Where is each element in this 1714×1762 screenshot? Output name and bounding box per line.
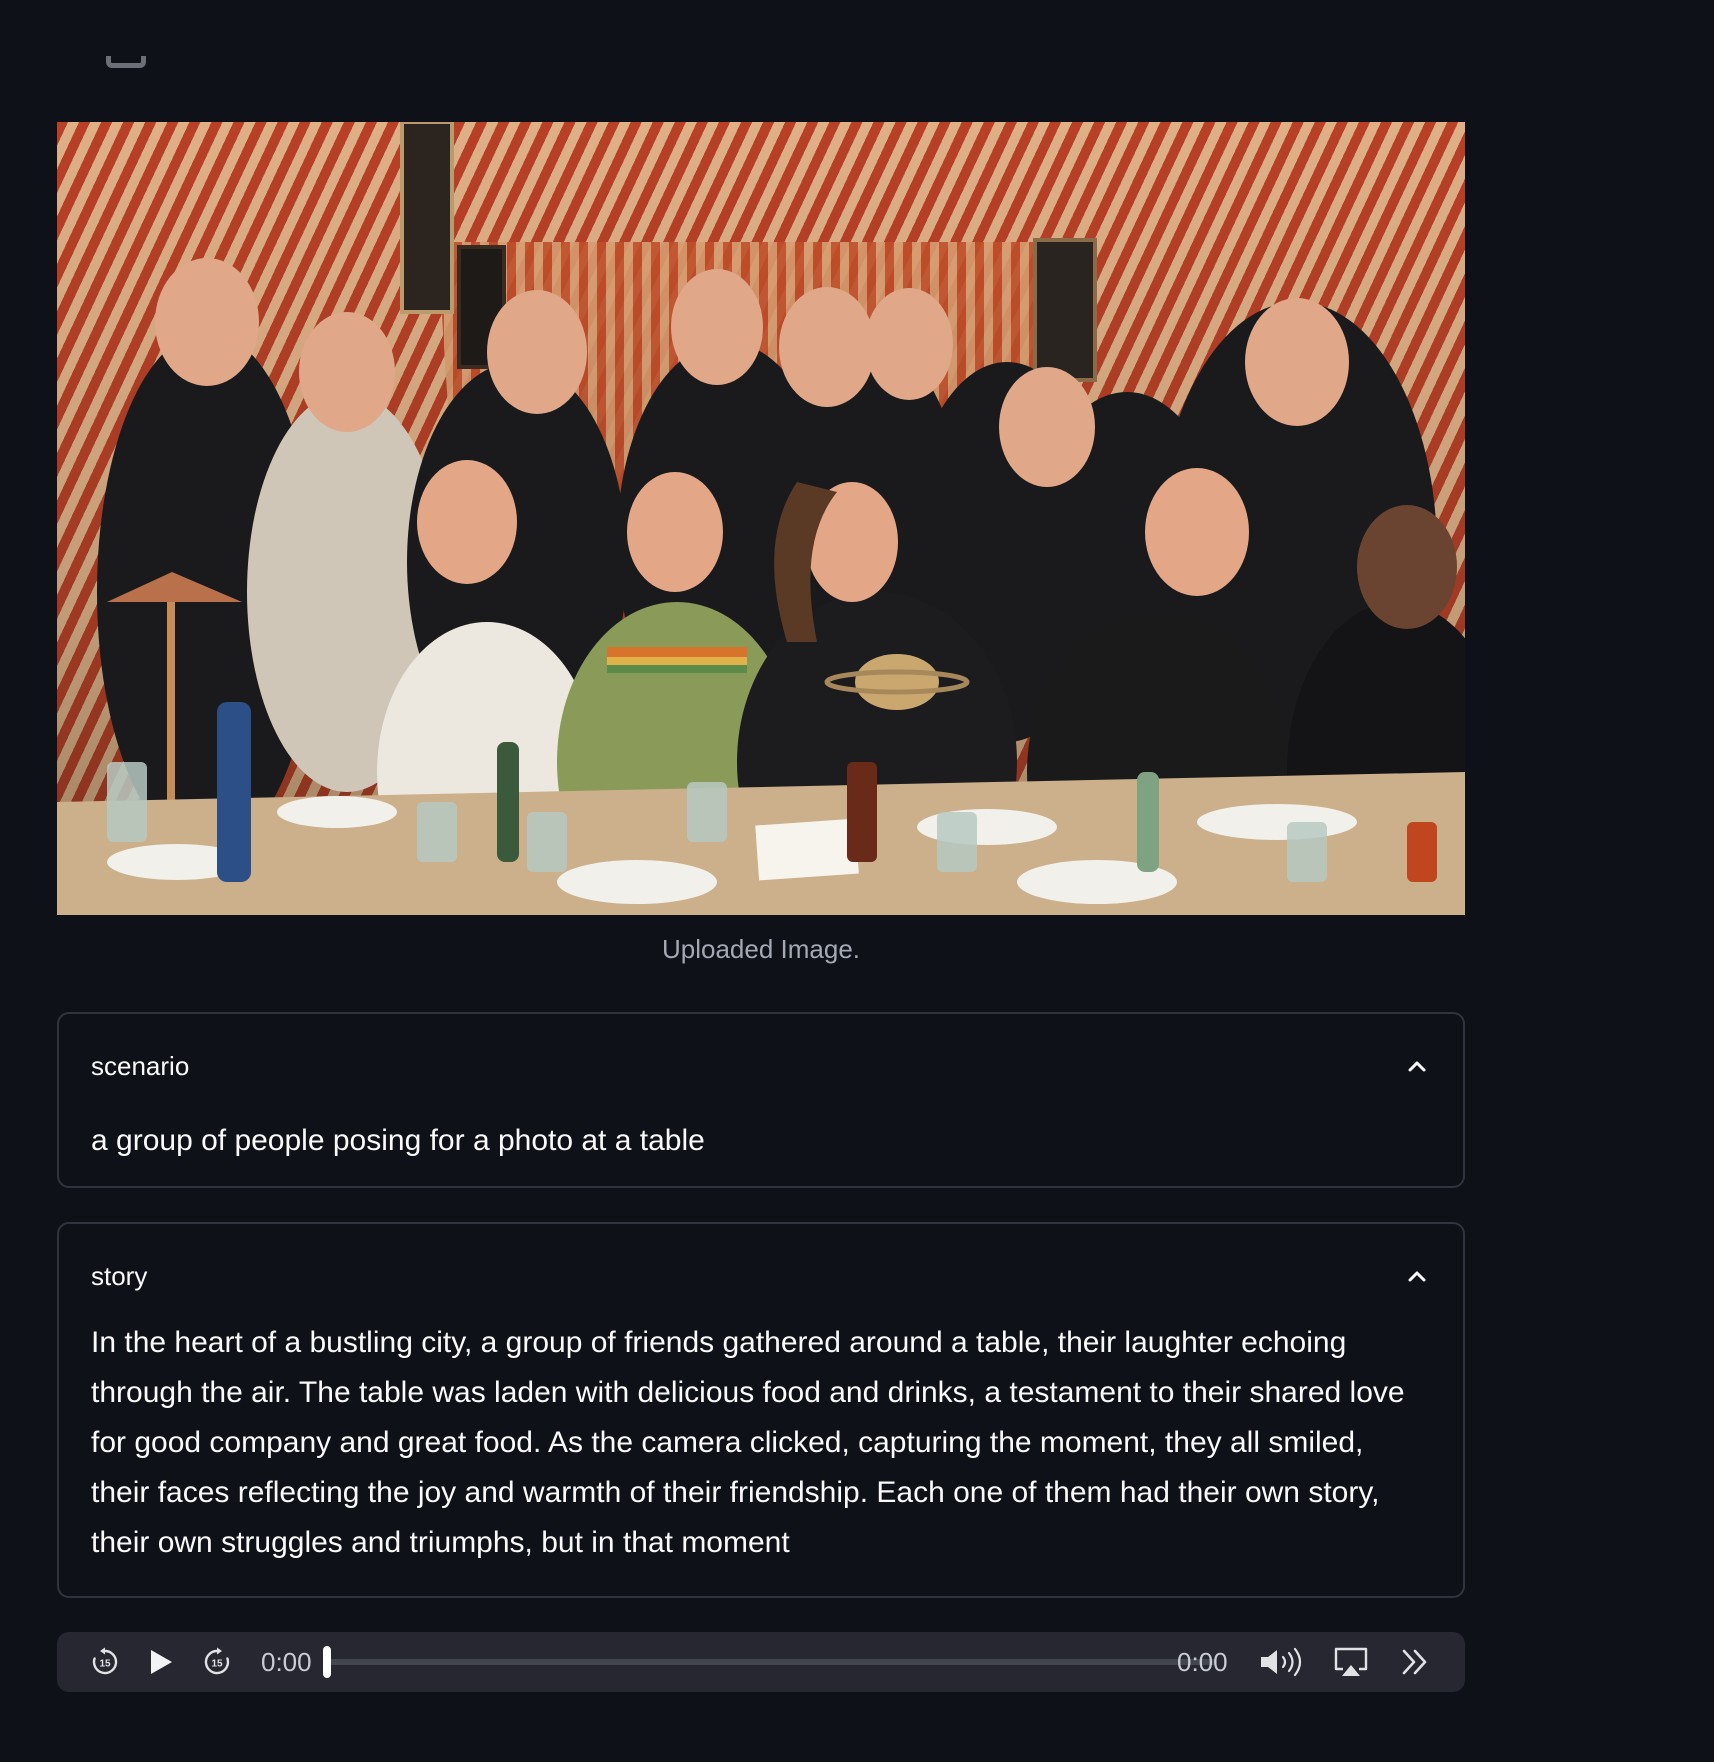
toolbar-stub bbox=[106, 56, 146, 68]
story-label: story bbox=[91, 1260, 148, 1291]
svg-text:15: 15 bbox=[211, 1659, 223, 1670]
double-chevron-right-icon bbox=[1402, 1649, 1427, 1675]
scenario-expander: scenario a group of people posing for a … bbox=[57, 1012, 1465, 1188]
volume-button[interactable] bbox=[1257, 1632, 1307, 1692]
scenario-text: a group of people posing for a photo at … bbox=[91, 1124, 705, 1157]
skip-back-button[interactable]: 15 bbox=[85, 1632, 125, 1692]
current-time: 0:00 bbox=[261, 1647, 312, 1677]
progress-thumb[interactable] bbox=[323, 1646, 331, 1678]
chevron-up-icon[interactable] bbox=[1403, 1052, 1431, 1080]
story-expander: story In the heart of a bustling city, a… bbox=[57, 1222, 1465, 1598]
group-photo-illustration bbox=[57, 122, 1465, 915]
volume-icon bbox=[1261, 1647, 1302, 1677]
scenario-label: scenario bbox=[91, 1050, 190, 1081]
more-options-button[interactable] bbox=[1393, 1632, 1437, 1692]
uploaded-image bbox=[57, 122, 1465, 915]
skip-forward-15-icon: 15 bbox=[204, 1647, 230, 1675]
app-page: Uploaded Image. scenario a group of peop… bbox=[0, 0, 1714, 1762]
scenario-expander-header[interactable]: scenario bbox=[91, 1044, 1431, 1088]
chevron-up-icon[interactable] bbox=[1403, 1262, 1431, 1290]
skip-back-15-icon: 15 bbox=[92, 1647, 118, 1675]
audio-player: 15 15 0:00 0:00 bbox=[57, 1632, 1465, 1692]
story-text: In the heart of a bustling city, a group… bbox=[91, 1326, 1405, 1559]
progress-track[interactable] bbox=[327, 1659, 1217, 1665]
airplay-icon bbox=[1334, 1647, 1368, 1676]
skip-forward-button[interactable]: 15 bbox=[197, 1632, 237, 1692]
story-expander-header[interactable]: story bbox=[91, 1254, 1431, 1298]
play-icon bbox=[151, 1650, 172, 1674]
image-caption: Uploaded Image. bbox=[661, 934, 861, 964]
svg-text:15: 15 bbox=[99, 1659, 111, 1670]
play-button[interactable] bbox=[141, 1632, 181, 1692]
airplay-button[interactable] bbox=[1329, 1632, 1373, 1692]
duration-time: 0:00 bbox=[1177, 1647, 1228, 1677]
